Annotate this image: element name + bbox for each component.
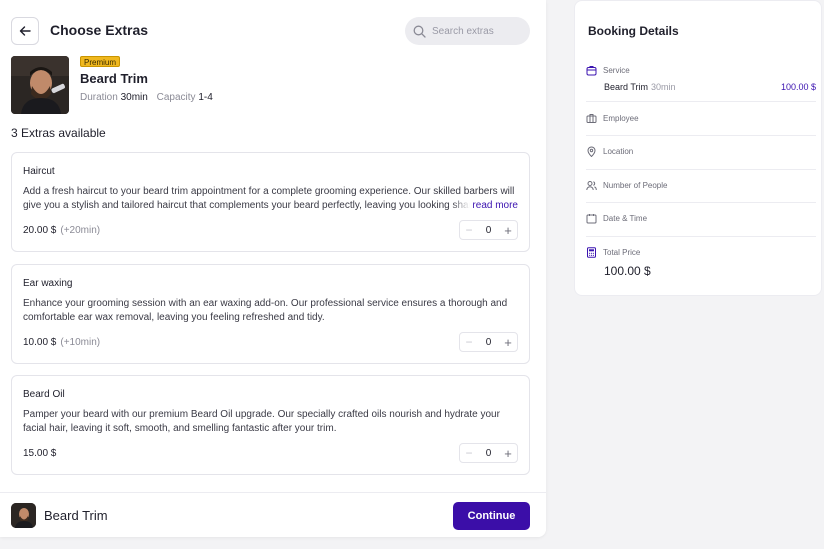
search-icon — [413, 25, 426, 38]
booking-row-employee: Employee — [586, 113, 816, 136]
page-title: Choose Extras — [50, 22, 149, 38]
quantity-value: 0 — [485, 447, 492, 459]
duration-value: 30min — [120, 92, 148, 103]
extra-name: Haircut — [23, 166, 55, 177]
booking-row-service: Service Beard Trim 30min 100.00 $ — [586, 65, 816, 102]
extra-card-beard-oil[interactable]: Beard Oil Pamper your beard with our pre… — [11, 375, 530, 475]
map-pin-icon — [587, 146, 596, 157]
calendar-icon — [586, 214, 597, 224]
total-price-value: 100.00 $ — [604, 264, 651, 278]
extra-card-haircut[interactable]: Haircut Add a fresh haircut to your bear… — [11, 152, 530, 252]
capacity-value: 1-4 — [198, 92, 213, 103]
extra-name: Beard Oil — [23, 389, 65, 400]
plus-icon[interactable]: + — [502, 335, 514, 350]
service-meta: Duration 30min Capacity 1-4 — [80, 92, 219, 103]
back-button[interactable] — [11, 17, 39, 45]
location-label: Location — [603, 147, 634, 156]
extra-duration: (+20min) — [60, 225, 101, 236]
minus-icon[interactable]: − — [463, 335, 475, 349]
booking-row-total: Total Price 100.00 $ — [586, 247, 816, 283]
extra-card-ear-waxing[interactable]: Ear waxing Enhance your grooming session… — [11, 264, 530, 364]
minus-icon[interactable]: − — [463, 223, 475, 237]
extra-description: Add a fresh haircut to your beard trim a… — [23, 186, 515, 211]
extra-price-value: 10.00 $ — [23, 337, 57, 348]
booking-row-datetime: Date & Time — [586, 213, 816, 237]
datetime-label: Date & Time — [603, 214, 648, 223]
extra-duration: (+10min) — [60, 337, 101, 348]
service-label: Service — [603, 66, 630, 75]
arrow-left-icon — [19, 26, 31, 36]
continue-button[interactable]: Continue — [453, 502, 530, 530]
people-label: Number of People — [603, 181, 668, 190]
footer-service-name: Beard Trim — [44, 508, 108, 523]
search-input[interactable] — [432, 25, 522, 37]
quantity-stepper: − 0 + — [459, 332, 518, 352]
plus-icon[interactable]: + — [502, 223, 514, 238]
quantity-stepper: − 0 + — [459, 443, 518, 463]
extra-price-value: 15.00 $ — [23, 448, 57, 459]
header: Choose Extras — [11, 17, 530, 45]
total-label: Total Price — [603, 248, 641, 257]
extra-price: 15.00 $ — [23, 448, 56, 459]
extra-price: 20.00 $ (+20min) — [23, 225, 100, 236]
extra-price: 10.00 $ (+10min) — [23, 337, 100, 348]
extra-price-value: 20.00 $ — [23, 225, 57, 236]
footer-bar: Beard Trim Continue — [0, 492, 546, 537]
extra-description: Enhance your grooming session with an ea… — [23, 298, 508, 323]
booking-row-location: Location — [586, 146, 816, 170]
quantity-value: 0 — [485, 336, 492, 348]
booking-service-name: Beard Trim — [604, 82, 649, 92]
capacity-label: Capacity — [156, 92, 196, 103]
extra-description: Pamper your beard with our premium Beard… — [23, 409, 500, 434]
extras-count: 3 Extras available — [11, 126, 106, 140]
bag-icon — [586, 66, 597, 76]
minus-icon[interactable]: − — [463, 446, 475, 460]
quantity-value: 0 — [485, 224, 492, 236]
choose-extras-panel: Choose Extras Premium Beard Trim Duratio… — [0, 0, 546, 537]
users-icon — [586, 181, 597, 191]
service-image — [11, 56, 69, 114]
booking-details-panel: Booking Details Service Beard Trim 30min … — [574, 0, 822, 296]
duration-label: Duration — [80, 92, 118, 103]
briefcase-icon — [586, 114, 597, 123]
booking-details-title: Booking Details — [588, 24, 679, 38]
calculator-icon — [587, 247, 596, 258]
premium-badge: Premium — [80, 56, 121, 67]
employee-label: Employee — [603, 114, 639, 123]
booking-service-duration: 30min — [651, 82, 676, 92]
search-box[interactable] — [405, 17, 530, 45]
booking-service-price: 100.00 $ — [780, 82, 816, 92]
service-name: Beard Trim — [80, 71, 148, 86]
read-more-link[interactable]: read more — [452, 199, 518, 213]
extra-name: Ear waxing — [23, 278, 73, 289]
plus-icon[interactable]: + — [502, 446, 514, 461]
quantity-stepper: − 0 + — [459, 220, 518, 240]
service-thumbnail — [11, 503, 36, 528]
booking-row-people: Number of People — [586, 180, 816, 203]
